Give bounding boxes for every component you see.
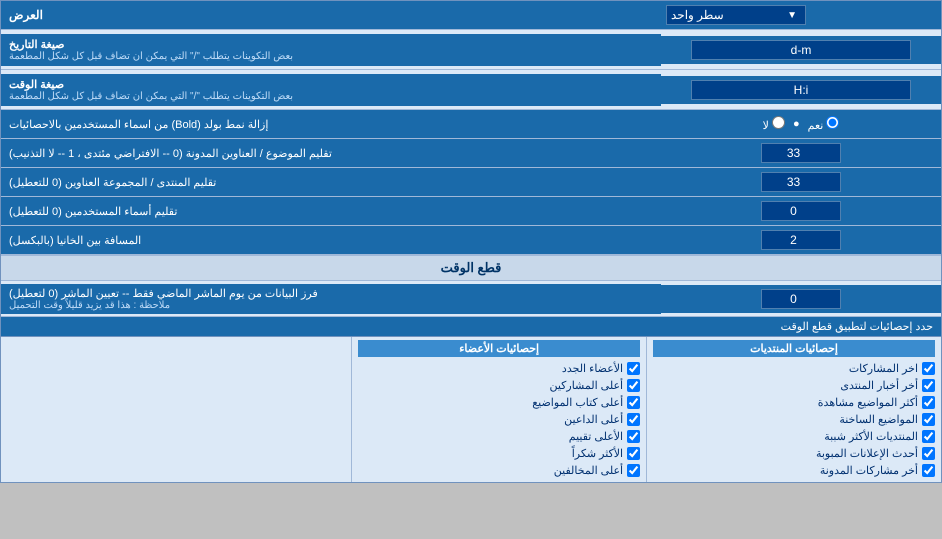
members-item-4[interactable]: الأعلى تقييم [358, 428, 640, 445]
posts-checkbox-0[interactable] [922, 362, 935, 375]
posts-checkbox-6[interactable] [922, 464, 935, 477]
posts-checkbox-1[interactable] [922, 379, 935, 392]
members-checkbox-0[interactable] [627, 362, 640, 375]
posts-item-1[interactable]: أخر أخبار المنتدى [653, 377, 935, 394]
members-stats-col: إحصائيات الأعضاء الأعضاء الجدد أعلى المش… [351, 337, 646, 482]
topic-titles-input[interactable] [761, 143, 841, 163]
spacing-input[interactable] [761, 230, 841, 250]
user-names-label: تقليم أسماء المستخدمين (0 للتعطيل) [9, 205, 177, 218]
members-item-5[interactable]: الأكثر شكراً [358, 445, 640, 462]
posts-checkbox-2[interactable] [922, 396, 935, 409]
members-item-0[interactable]: الأعضاء الجدد [358, 360, 640, 377]
radio-no-label: لا [763, 116, 785, 132]
members-item-3[interactable]: أعلى الداعين [358, 411, 640, 428]
posts-checkbox-4[interactable] [922, 430, 935, 443]
time-cut-note: ملاحظة : هذا قد يزيد قليلاً وقت التحميل [9, 300, 170, 311]
ard-label: العرض [1, 1, 661, 29]
radio-yes-label: نعم [808, 116, 840, 132]
ard-dropdown[interactable]: ▼ سطر واحد [666, 5, 806, 25]
bold-remove-label: إزالة نمط بولد (Bold) من اسماء المستخدمي… [9, 118, 268, 131]
members-checkbox-3[interactable] [627, 413, 640, 426]
posts-item-6[interactable]: أخر مشاركات المدونة [653, 462, 935, 479]
posts-item-0[interactable]: اخر المشاركات [653, 360, 935, 377]
ard-value: سطر واحد [671, 8, 724, 22]
time-cut-header: قطع الوقت [1, 255, 941, 281]
members-checkbox-5[interactable] [627, 447, 640, 460]
posts-item-3[interactable]: المواضيع الساخنة [653, 411, 935, 428]
radio-no[interactable] [772, 116, 785, 129]
members-item-6[interactable]: أعلى المخالفين [358, 462, 640, 479]
stats-limit-row: حدد إحصائيات لتطبيق قطع الوقت [1, 317, 941, 337]
time-format-input[interactable] [691, 80, 911, 100]
forum-titles-input[interactable] [761, 172, 841, 192]
forum-titles-label: تقليم المنتدى / المجموعة العناوين (0 للت… [9, 176, 216, 189]
posts-stats-col: إحصائيات المنتديات اخر المشاركات أخر أخب… [646, 337, 941, 482]
posts-checkbox-5[interactable] [922, 447, 935, 460]
members-checkbox-6[interactable] [627, 464, 640, 477]
empty-col [1, 337, 351, 482]
user-names-input[interactable] [761, 201, 841, 221]
members-item-1[interactable]: أعلى المشاركين [358, 377, 640, 394]
radio-yes[interactable] [826, 116, 839, 129]
topic-titles-label: تقليم الموضوع / العناوين المدونة (0 -- ا… [9, 147, 332, 160]
posts-item-5[interactable]: أحدث الإعلانات المبوبة [653, 445, 935, 462]
members-checkbox-1[interactable] [627, 379, 640, 392]
date-format-sublabel: بعض التكوينات يتطلب "/" التي يمكن ان تضا… [9, 51, 293, 62]
members-checkbox-4[interactable] [627, 430, 640, 443]
members-checkbox-2[interactable] [627, 396, 640, 409]
posts-stats-header: إحصائيات المنتديات [653, 340, 935, 357]
chevron-down-icon: ▼ [787, 10, 797, 21]
time-format-label: صيغة الوقت [9, 78, 64, 91]
posts-checkbox-3[interactable] [922, 413, 935, 426]
members-stats-header: إحصائيات الأعضاء [358, 340, 640, 357]
date-format-input[interactable] [691, 40, 911, 60]
bottom-columns: إحصائيات المنتديات اخر المشاركات أخر أخب… [1, 337, 941, 482]
posts-item-2[interactable]: أكثر المواضيع مشاهدة [653, 394, 935, 411]
date-format-label: صيغة التاريخ [9, 38, 64, 51]
members-item-2[interactable]: أعلى كتاب المواضيع [358, 394, 640, 411]
time-cut-input[interactable] [761, 289, 841, 309]
posts-item-4[interactable]: المنتديات الأكثر شببة [653, 428, 935, 445]
time-format-sublabel: بعض التكوينات يتطلب "/" التي يمكن ان تضا… [9, 91, 293, 102]
time-cut-main-label: فرز البيانات من يوم الماشر الماضي فقط --… [9, 287, 318, 300]
spacing-label: المسافة بين الخانيا (بالبكسل) [9, 234, 141, 247]
